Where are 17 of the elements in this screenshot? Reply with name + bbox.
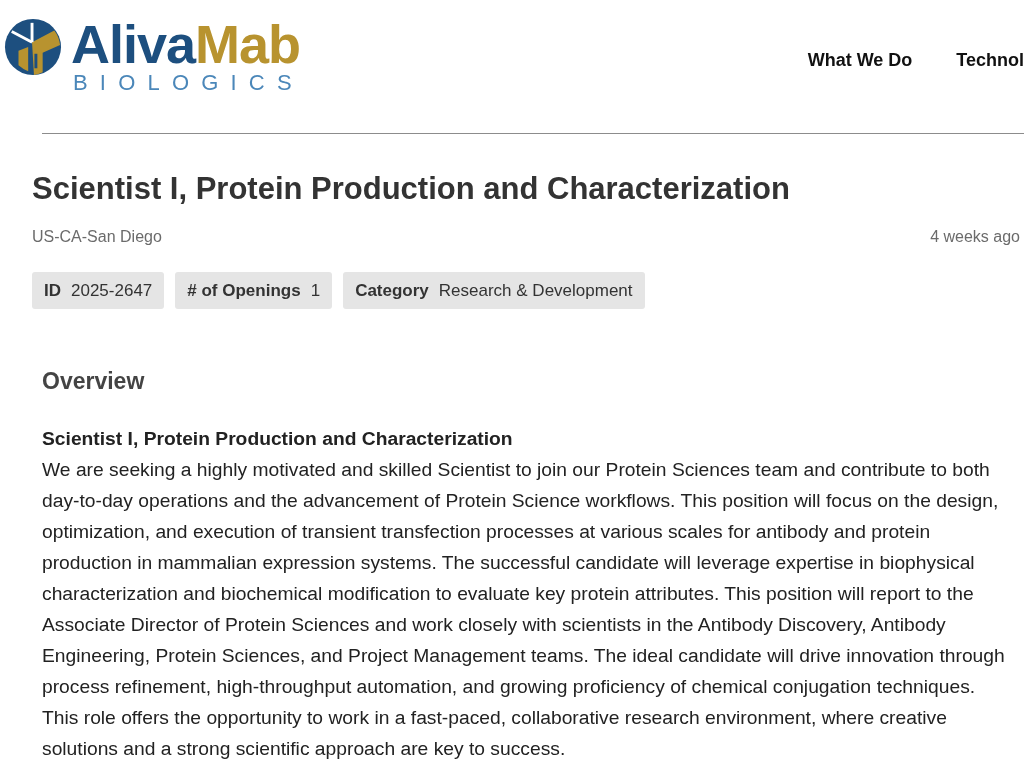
section-heading: Overview <box>42 367 146 395</box>
tag-label: Category <box>355 280 429 301</box>
job-subtitle: Scientist I, Protein Production and Characterization <box>42 427 514 451</box>
posted-time: 4 weeks ago <box>930 227 1020 247</box>
logo-wordmark: AlivaMab <box>71 18 301 70</box>
nav-link[interactable]: Technol <box>956 49 1024 71</box>
job-location: US-CA-San Diego <box>32 227 162 247</box>
tag-value: 1 <box>310 280 321 301</box>
tag-value: 2025-2647 <box>71 280 153 301</box>
job-title: Scientist I, Protein Production and Characterization <box>32 171 791 207</box>
tag-label: ID <box>44 280 61 301</box>
nav-link[interactable]: What We Do <box>807 49 913 71</box>
tag-value: Research & Development <box>438 280 633 301</box>
tag-label: # of Openings <box>187 280 301 301</box>
job-description: We are seeking a highly motivated and skilled Scientist to join our Protein Sciences team and contribute to both day-to-day operations and the advancement of Protein Science workflows. This position will focus on the design, optimization, and execution of transient transfection processes at various scales for antibody and protein production in mammalian expression systems. The successful candidate will leverage expertise in biophysical characterization and biochemical modification to evaluate key protein attributes. This position will report to the Associate Director of Protein Sciences and work closely with scientists in the Antibody Discovery, Antibody Engineering, Protein Sciences, and Project Management teams. The ideal candidate will drive innovation through process refinement, high-throughput automation, and growing proficiency of chemical conjugation techniques. This role offers the opportunity to work in a fast-paced, collaborative research environment, where creative solutions and a strong scientific approach are key to success. <box>42 458 1006 761</box>
logo-tagline: BIOLOGICS <box>73 71 304 95</box>
logo-icon <box>4 18 62 76</box>
